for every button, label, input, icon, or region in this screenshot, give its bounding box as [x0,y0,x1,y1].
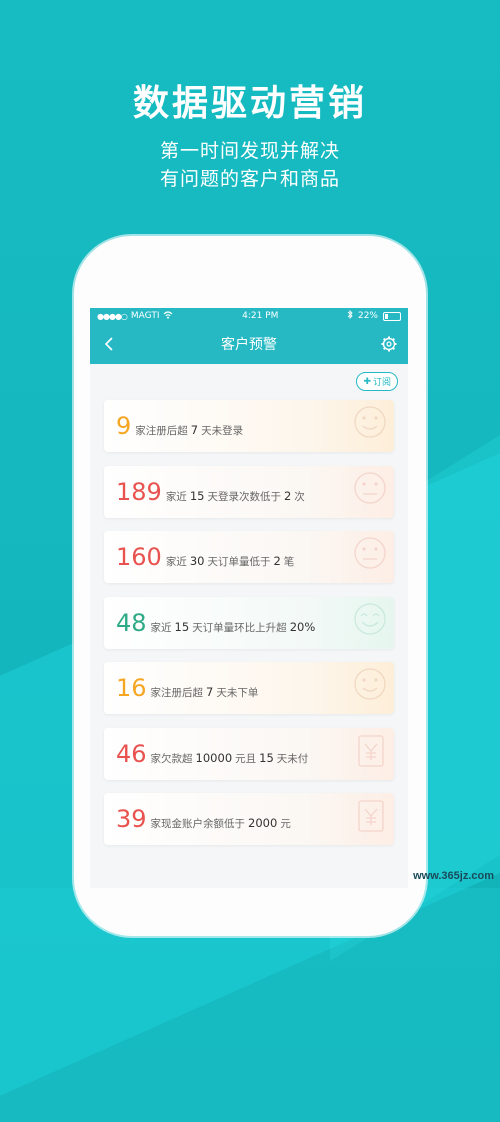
alert-text-part: 元且 [235,752,257,765]
alert-text-part: 天未下单 [216,687,259,699]
happy-face-icon [350,599,390,639]
yen-document-icon [350,795,390,835]
alert-count: 9 [116,412,132,440]
alert-count: 46 [116,739,147,768]
subscribe-label: 订阅 [372,378,391,388]
signal-dots-icon: ●●●●○ [97,311,128,321]
alert-card[interactable]: 160 家近 30 天订单量低于 2 笔 [104,531,394,583]
alert-card[interactable]: 39 家现金账户余额低于 2000 元 [104,793,394,845]
alert-text-part: 天登录次数低于 [207,490,281,503]
wifi-icon [163,310,173,322]
alert-description: 家近 30 天订单量低于 2 笔 [166,554,294,569]
alert-text-part: 家注册后超 [150,687,204,699]
alert-text-part: 天未付 [276,752,309,765]
alert-description: 家近 15 天订单量环比上升超 20% [151,620,319,635]
alert-value: 15 [189,488,205,503]
smile-face-icon [350,664,390,704]
alert-text-part: 家近 [165,556,187,568]
alert-value: 2 [283,488,292,503]
alert-description: 家注册后超 7 天未下单 [151,685,259,700]
alert-text-part: 家近 [165,490,187,503]
carrier-name: MAGTI [130,311,160,321]
smile-face-icon [350,402,390,442]
neutral-face-icon [350,533,390,573]
alert-value: 15 [259,750,274,765]
alert-description: 家近 15 天登录次数低于 2 次 [166,489,305,504]
alert-value: 2 [273,554,281,568]
alert-card-list: 9 家注册后超 7 天未登录 189 家近 15 天登录次数低于 2 次 160 家近 30 天订单量低于… [104,400,394,859]
alert-text-part: 家近 [150,621,172,634]
status-bar: ●●●●○ MAGTI 4:21 PM 22% [90,308,408,324]
alert-text-part: 笔 [283,556,295,568]
battery-icon [382,311,401,321]
watermark: www.365jz.com [413,870,494,882]
alert-value: 30 [189,554,205,568]
bluetooth-icon [347,309,353,322]
promo-subline-1: 第一时间发现并解决 [159,140,340,162]
alert-card[interactable]: 46 家欠款超 10000 元且 15 天未付 [104,727,394,780]
subscribe-button[interactable]: ✚ 订阅 [356,372,398,391]
status-time: 4:21 PM [242,311,279,321]
alert-value: 10000 [195,750,233,765]
alert-text-part: 天未登录 [201,425,244,437]
alert-description: 家欠款超 10000 元且 15 天未付 [151,751,309,766]
alert-value: 15 [174,619,190,634]
alert-text-part: 天订单量低于 [207,556,271,568]
battery-percent: 22% [357,311,378,321]
alert-value: 2000 [248,816,278,830]
alert-text-part: 家现金账户余额低于 [150,818,246,830]
app-screen: ●●●●○ MAGTI 4:21 PM 22% 客户预警 ✚ 订阅 9 家注册后… [90,308,408,888]
alert-card[interactable]: 16 家注册后超 7 天未下单 [104,662,394,714]
alert-count: 189 [116,477,162,506]
alert-card[interactable]: 9 家注册后超 7 天未登录 [104,400,394,452]
gear-icon[interactable] [379,334,399,354]
alert-count: 39 [116,805,147,833]
alert-count: 16 [116,674,147,702]
nav-bar: 客户预警 [90,324,408,364]
alert-count: 48 [116,608,147,637]
alert-value: 20% [289,619,316,634]
plus-icon: ✚ [363,376,371,387]
alert-value: 7 [206,685,214,699]
neutral-face-icon [350,468,390,508]
alert-text-part: 家注册后超 [135,425,188,437]
alert-value: 7 [190,423,199,437]
alert-text-part: 元 [280,818,291,830]
promo-subline-2: 有问题的客户和商品 [159,168,340,190]
alert-text-part: 次 [294,490,305,503]
back-chevron-icon[interactable] [100,334,120,354]
alert-count: 160 [116,543,162,571]
alert-card[interactable]: 189 家近 15 天登录次数低于 2 次 [104,465,394,518]
alert-description: 家现金账户余额低于 2000 元 [151,816,291,831]
page-title: 客户预警 [221,337,277,353]
alert-description: 家注册后超 7 天未登录 [135,423,243,438]
alert-text-part: 家欠款超 [150,752,193,765]
alert-text-part: 天订单量环比上升超 [192,621,287,634]
promo-headline: 数据驱动营销 [132,83,367,124]
yen-document-icon [350,730,390,770]
alert-card[interactable]: 48 家近 15 天订单量环比上升超 20% [104,596,394,649]
